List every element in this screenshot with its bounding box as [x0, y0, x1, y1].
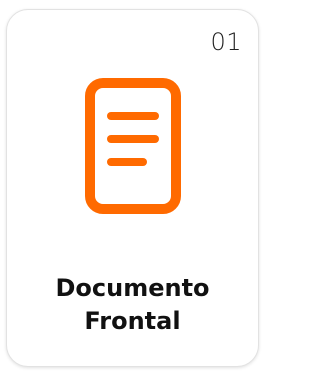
canvas: 01 Documento Frontal [0, 0, 266, 376]
document-icon [85, 78, 181, 214]
card-title-line1: Documento [55, 274, 210, 302]
card-title: Documento Frontal [7, 272, 258, 338]
document-front-card[interactable]: 01 Documento Frontal [6, 9, 259, 367]
card-title-line2: Frontal [84, 307, 181, 335]
step-number: 01 [210, 28, 242, 56]
